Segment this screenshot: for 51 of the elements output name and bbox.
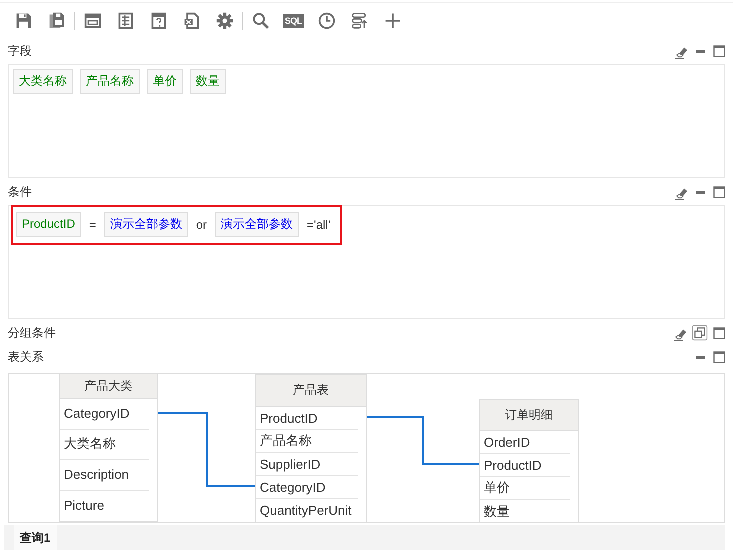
- export-icon[interactable]: [182, 12, 200, 30]
- restore-icon[interactable]: [692, 325, 708, 341]
- table-field[interactable]: ProductID: [480, 454, 570, 477]
- table-field[interactable]: SupplierID: [256, 453, 358, 476]
- form-icon[interactable]: [84, 12, 102, 30]
- operator-text: ='all': [306, 218, 332, 232]
- table-field[interactable]: QuantityPerUnit: [256, 499, 358, 522]
- table-name: 订单明细: [480, 400, 578, 431]
- field-tag[interactable]: ProductID: [16, 212, 82, 237]
- settings-icon[interactable]: [216, 12, 234, 30]
- save-icon[interactable]: [14, 12, 32, 30]
- table-name: 产品大类: [60, 374, 157, 399]
- table-card[interactable]: 产品大类 CategoryID 大类名称 Description Picture: [59, 374, 158, 522]
- section-title: 表关系: [8, 348, 45, 366]
- table-field[interactable]: 产品名称: [256, 430, 358, 453]
- table-name: 产品表: [256, 375, 366, 407]
- section-title: 分组条件: [8, 324, 57, 342]
- parameter-tag[interactable]: 演示全部参数: [104, 212, 188, 237]
- save-as-icon[interactable]: [48, 12, 66, 30]
- maximize-icon[interactable]: [712, 44, 727, 58]
- clock-icon[interactable]: [318, 12, 336, 30]
- help-form-icon[interactable]: [150, 12, 168, 30]
- filter-icon[interactable]: [350, 12, 368, 30]
- section-title: 条件: [8, 184, 33, 200]
- field-tag[interactable]: 数量: [190, 69, 226, 94]
- table-field[interactable]: OrderID: [480, 431, 570, 454]
- operator-text: =: [88, 218, 98, 232]
- table-field[interactable]: 大类名称: [60, 430, 149, 460]
- maximize-icon[interactable]: [712, 184, 727, 200]
- table-field[interactable]: ProductID: [256, 407, 358, 430]
- field-tag[interactable]: 大类名称: [13, 69, 73, 94]
- table-field[interactable]: 数量: [480, 500, 570, 522]
- maximize-icon[interactable]: [712, 326, 727, 340]
- sql-button[interactable]: SQL: [282, 14, 304, 28]
- operator-text: or: [195, 218, 208, 232]
- table-field[interactable]: CategoryID: [60, 399, 149, 430]
- query-tab[interactable]: 查询1: [14, 525, 57, 550]
- maximize-icon[interactable]: [712, 350, 727, 364]
- parameter-tag[interactable]: 演示全部参数: [215, 212, 300, 237]
- table-field[interactable]: 单价: [480, 477, 570, 500]
- list-icon[interactable]: [116, 12, 134, 30]
- table-field[interactable]: CategoryID: [256, 476, 358, 499]
- table-card[interactable]: 订单明细 OrderID ProductID 单价 数量: [479, 399, 579, 522]
- field-tag[interactable]: 单价: [147, 69, 183, 94]
- add-icon[interactable]: [384, 12, 402, 30]
- table-field[interactable]: Picture: [60, 490, 149, 521]
- table-card[interactable]: 产品表 ProductID 产品名称 SupplierID CategoryID QuantityPerUnit: [255, 374, 367, 522]
- table-field[interactable]: Description: [60, 460, 149, 490]
- section-title: 字段: [8, 42, 33, 60]
- search-icon[interactable]: [252, 12, 270, 30]
- field-tag[interactable]: 产品名称: [80, 69, 140, 94]
